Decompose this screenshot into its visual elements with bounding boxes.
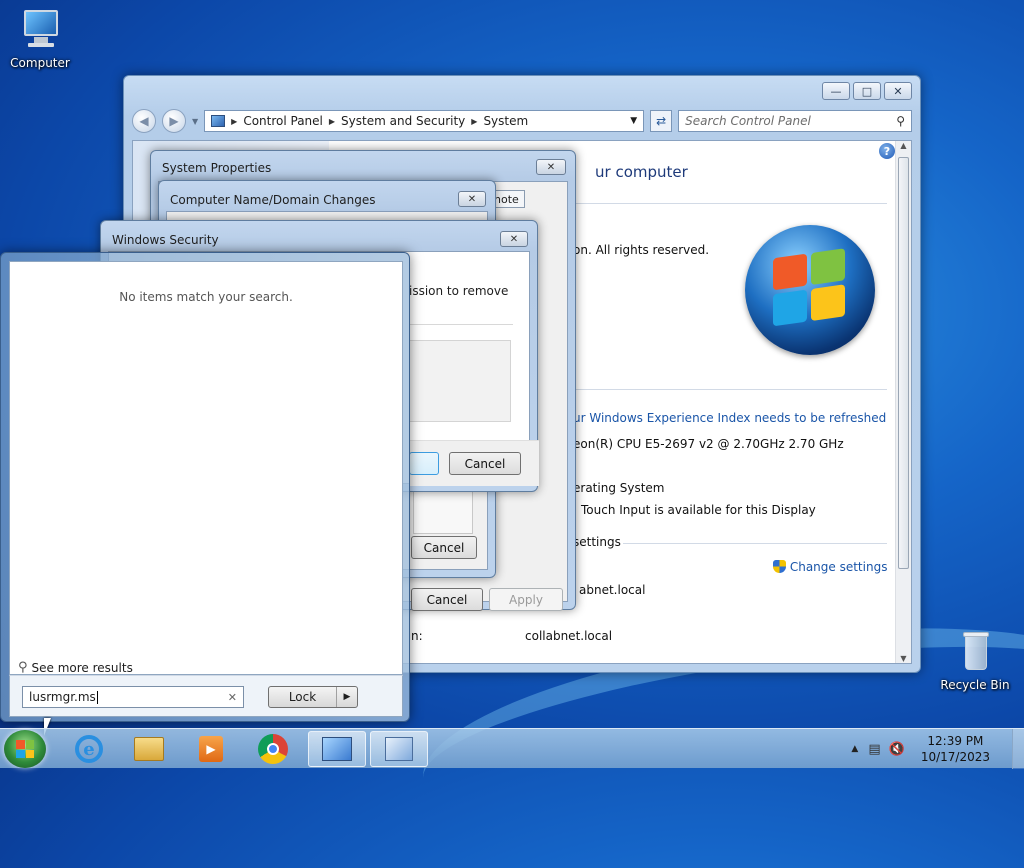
search-placeholder: Search Control Panel — [685, 114, 811, 128]
search-results-panel: No items match your search. ⚲ See more r… — [9, 261, 403, 675]
back-button[interactable]: ◀ — [132, 109, 156, 133]
close-button[interactable]: ✕ — [500, 231, 528, 247]
see-more-label: See more results — [31, 660, 133, 675]
breadcrumb-system-security[interactable]: System and Security — [341, 114, 465, 128]
start-menu-bottom: lusrmgr.ms ✕ Lock ▶ — [9, 675, 403, 717]
dialog-title: System Properties — [162, 161, 272, 175]
recycle-bin-label: Recycle Bin — [940, 678, 1010, 692]
clock[interactable]: 12:39 PM 10/17/2023 — [921, 733, 990, 765]
close-button[interactable]: ✕ — [536, 159, 566, 175]
pen-touch-value: Touch Input is available for this Displa… — [581, 503, 816, 517]
breadcrumb-arrow-icon: ▶ — [471, 116, 478, 126]
breadcrumb-control-panel[interactable]: Control Panel — [243, 114, 323, 128]
volume-muted-icon[interactable]: 🔇 — [889, 742, 905, 757]
scrollbar-thumb[interactable] — [898, 157, 909, 569]
dialog-title: Computer Name/Domain Changes — [170, 193, 376, 207]
copyright-text: on. All rights reserved. — [573, 243, 710, 257]
system-properties-icon — [385, 737, 413, 761]
power-options-arrow-icon[interactable]: ▶ — [337, 687, 357, 707]
page-title: ur computer — [595, 163, 688, 181]
search-control-panel-input[interactable]: Search Control Panel ⚲ — [678, 110, 912, 132]
processor-value: eon(R) CPU E5-2697 v2 @ 2.70GHz 2.70 GHz — [573, 437, 844, 451]
close-button[interactable]: ✕ — [884, 82, 912, 100]
cancel-button[interactable]: Cancel — [411, 536, 477, 559]
no-results-text: No items match your search. — [119, 290, 293, 304]
system-type-value: erating System — [573, 481, 665, 495]
taskbar: e ▶ ▲ ▤ 🔇 12:39 PM 10/17/2023 — [0, 728, 1024, 769]
media-player-taskbar-button[interactable]: ▶ — [182, 731, 240, 767]
network-icon[interactable]: ▤ — [868, 742, 880, 757]
chrome-taskbar-button[interactable] — [244, 731, 302, 767]
show-desktop-button[interactable] — [1012, 729, 1024, 769]
windows-flag-icon — [16, 740, 34, 758]
maximize-button[interactable]: □ — [853, 82, 881, 100]
lock-button[interactable]: Lock ▶ — [268, 686, 358, 708]
cancel-button[interactable]: Cancel — [411, 588, 483, 611]
folder-icon — [134, 737, 164, 761]
shield-icon — [773, 560, 786, 573]
change-settings-link[interactable]: Change settings — [773, 560, 887, 574]
address-dropdown-icon[interactable]: ▼ — [630, 116, 637, 126]
start-search-input[interactable]: lusrmgr.ms ✕ — [22, 686, 244, 708]
system-tray: ▲ ▤ 🔇 12:39 PM 10/17/2023 — [851, 729, 1012, 769]
chrome-icon — [258, 734, 288, 764]
windows-logo — [745, 225, 875, 355]
explorer-taskbar-button[interactable] — [120, 731, 178, 767]
breadcrumb-arrow-icon: ▶ — [328, 116, 336, 126]
computer-desktop-icon[interactable]: Computer — [0, 8, 80, 70]
scroll-down-icon[interactable]: ▼ — [896, 654, 911, 663]
ok-button[interactable] — [409, 452, 439, 475]
internet-explorer-taskbar-button[interactable]: e — [60, 731, 118, 767]
start-menu[interactable]: No items match your search. ⚲ See more r… — [0, 252, 410, 722]
domain-value: collabnet.local — [525, 629, 613, 643]
credential-tile[interactable] — [409, 340, 511, 422]
address-bar[interactable]: ▶ Control Panel ▶ System and Security ▶ … — [204, 110, 645, 132]
see-more-results-link[interactable]: ⚲ See more results — [18, 660, 133, 675]
breadcrumb-system[interactable]: System — [483, 114, 528, 128]
forward-button[interactable]: ▶ — [162, 109, 186, 133]
wei-refresh-link[interactable]: ur Windows Experience Index needs to be … — [573, 411, 886, 425]
media-player-icon: ▶ — [199, 736, 223, 762]
internet-explorer-icon: e — [75, 735, 103, 763]
system-properties-taskbar-button[interactable] — [370, 731, 428, 767]
change-settings-label: Change settings — [789, 560, 888, 574]
start-button[interactable] — [4, 730, 46, 768]
control-panel-icon — [211, 115, 226, 127]
apply-button[interactable]: Apply — [489, 588, 563, 611]
computer-name-value: abnet.local — [579, 583, 646, 597]
recycle-bin-desktop-icon[interactable]: Recycle Bin — [935, 630, 1015, 692]
computer-settings-heading: settings — [573, 535, 621, 549]
breadcrumb-arrow-icon: ▶ — [231, 116, 238, 126]
dialog-title: Windows Security — [112, 233, 219, 247]
domain-label: n: — [411, 629, 423, 643]
cancel-button[interactable]: Cancel — [449, 452, 521, 475]
search-value: lusrmgr.ms — [29, 690, 96, 704]
close-button[interactable]: ✕ — [458, 191, 486, 207]
clock-time: 12:39 PM — [927, 734, 984, 748]
clock-date: 10/17/2023 — [920, 750, 990, 764]
computer-icon — [18, 8, 62, 52]
computer-icon-label: Computer — [10, 56, 70, 70]
control-panel-icon — [322, 737, 352, 761]
lock-label: Lock — [269, 687, 337, 707]
show-hidden-icons-icon[interactable]: ▲ — [851, 744, 858, 754]
help-icon[interactable]: ? — [879, 143, 895, 159]
recent-pages-dropdown[interactable]: ▼ — [192, 117, 198, 126]
scroll-up-icon[interactable]: ▲ — [896, 141, 911, 150]
security-message: ission to remove — [409, 284, 509, 298]
vertical-scrollbar[interactable]: ▲ ▼ — [895, 141, 911, 663]
search-icon: ⚲ — [896, 114, 905, 128]
recycle-bin-icon — [953, 630, 997, 674]
control-panel-taskbar-button[interactable] — [308, 731, 366, 767]
search-icon: ⚲ — [18, 660, 28, 675]
refresh-button[interactable]: ⇄ — [650, 110, 673, 132]
minimize-button[interactable]: — — [822, 82, 850, 100]
clear-search-icon[interactable]: ✕ — [228, 691, 237, 704]
